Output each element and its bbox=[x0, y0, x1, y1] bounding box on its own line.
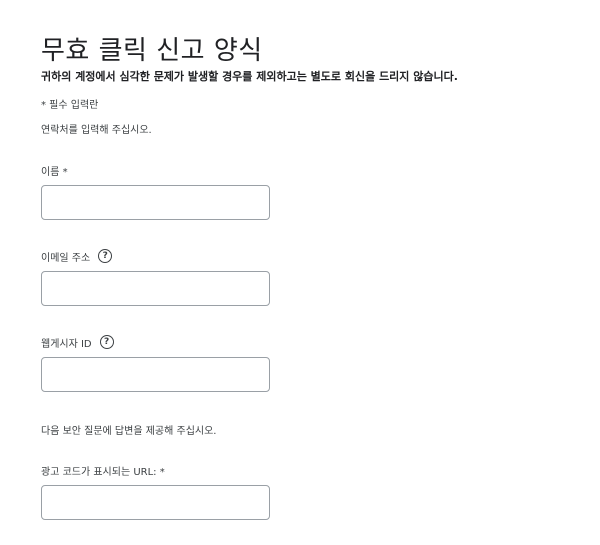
page-title: 무효 클릭 신고 양식 bbox=[41, 36, 263, 66]
required-fields-note: * 필수 입력란 bbox=[41, 100, 99, 111]
name-label: 이름 * bbox=[41, 162, 68, 178]
ad-code-url-label-text: 광고 코드가 표시되는 URL: * bbox=[41, 466, 165, 478]
publisher-id-input[interactable] bbox=[41, 357, 270, 392]
contact-intro-text: 연락처를 입력해 주십시오. bbox=[41, 125, 152, 136]
reply-notice: 귀하의 계정에서 심각한 문제가 발생할 경우를 제외하고는 별도로 회신을 드… bbox=[41, 70, 458, 83]
email-label-text: 이메일 주소 bbox=[41, 252, 91, 264]
name-input[interactable] bbox=[41, 185, 270, 220]
ad-code-url-input[interactable] bbox=[41, 485, 270, 520]
ad-code-url-label: 광고 코드가 표시되는 URL: * bbox=[41, 462, 165, 478]
publisher-id-label: 웹게시자 ID ? bbox=[41, 334, 114, 350]
publisher-id-label-text: 웹게시자 ID bbox=[41, 338, 92, 350]
help-circle-icon[interactable]: ? bbox=[98, 249, 113, 263]
security-intro-text: 다음 보안 질문에 답변을 제공해 주십시오. bbox=[41, 426, 217, 437]
name-label-text: 이름 * bbox=[41, 166, 68, 178]
email-label: 이메일 주소 ? bbox=[41, 248, 113, 264]
help-circle-icon[interactable]: ? bbox=[99, 335, 114, 349]
email-input[interactable] bbox=[41, 271, 270, 306]
